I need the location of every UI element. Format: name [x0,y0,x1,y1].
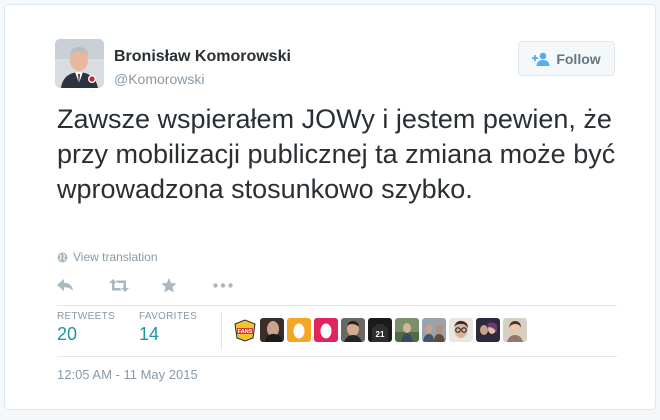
favoriters-facepile: FANS 21 [233,318,527,342]
reply-icon [57,278,73,291]
favoriter-avatar[interactable]: 21 [368,318,392,342]
author-handle[interactable]: @Komorowski [114,71,204,87]
retweet-button[interactable] [109,275,161,295]
stats-divider [221,312,222,350]
couple-photo-avatar-icon [476,318,500,342]
green-photo-avatar-icon [395,318,419,342]
reply-button[interactable] [57,275,109,295]
favorites-label: FAVORITES [139,311,198,322]
tweet-timestamp[interactable]: 12:05 AM - 11 May 2015 [57,367,198,382]
tweet-stats: RETWEETS 20 FAVORITES 14 FANS 21 [57,305,617,357]
favoriter-avatar[interactable] [503,318,527,342]
egg-avatar-orange-icon [287,318,311,342]
view-translation-label: View translation [73,250,158,264]
favoriter-avatar[interactable] [341,318,365,342]
favoriter-avatar[interactable] [287,318,311,342]
favoriter-avatar[interactable] [422,318,446,342]
tweet-card: Bronisław Komorowski @Komorowski Follow … [4,4,656,410]
favoriter-avatar[interactable] [476,318,500,342]
favorite-button[interactable] [161,275,213,295]
jersey-number: 21 [376,330,385,339]
more-icon [213,282,233,288]
globe-icon [57,252,68,262]
group-photo-avatar-icon [422,318,446,342]
favorites-count: 14 [139,324,160,344]
favoriter-avatar[interactable]: FANS [233,318,257,342]
fans-badge-text: FANS [238,329,253,335]
follow-button[interactable]: Follow [518,41,615,76]
man-portrait-avatar-icon [341,318,365,342]
glasses-portrait-avatar-icon [449,318,473,342]
add-person-icon [532,52,550,66]
dark-photo-avatar-icon [260,318,284,342]
author-name[interactable]: Bronisław Komorowski [114,48,291,66]
egg-avatar-red-icon [314,318,338,342]
view-translation-link[interactable]: View translation [57,250,158,264]
jersey-avatar-icon: 21 [368,318,392,342]
retweets-label: RETWEETS [57,311,115,322]
favoriter-avatar[interactable] [395,318,419,342]
favorites-stat[interactable]: FAVORITES 14 [139,311,197,345]
favoriter-avatar[interactable] [314,318,338,342]
tweet-actions [57,275,265,295]
favorite-icon [161,277,177,292]
retweets-count: 20 [57,324,78,344]
follow-button-label: Follow [556,50,601,67]
favoriter-avatar[interactable] [449,318,473,342]
portrait-avatar-icon [55,39,104,88]
light-photo-avatar-icon [503,318,527,342]
retweet-icon [109,278,129,292]
tweet-text: Zawsze wspierałem JOWy i jestem pewien, … [57,104,616,204]
retweets-stat[interactable]: RETWEETS 20 [57,311,115,345]
favoriter-avatar[interactable] [260,318,284,342]
more-button[interactable] [213,275,265,295]
fans-badge-avatar-icon: FANS [233,318,257,342]
author-avatar[interactable] [55,39,104,88]
